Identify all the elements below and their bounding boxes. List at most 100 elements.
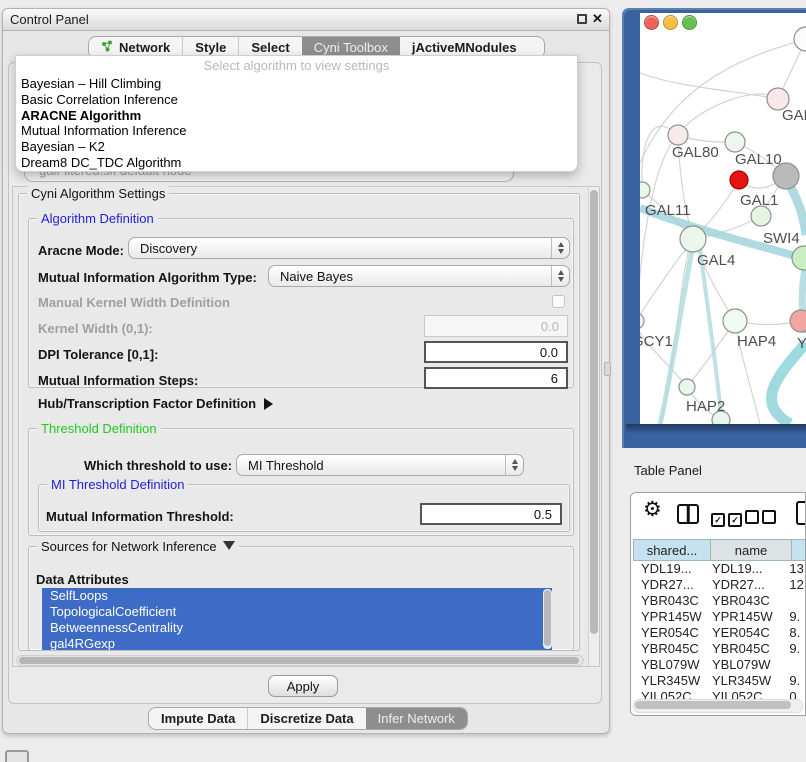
attribute-item[interactable]: TopologicalCoefficient <box>42 604 552 620</box>
table-cell: YBL079W <box>708 657 782 673</box>
network-icon <box>101 40 113 55</box>
split-pane-divider-handle[interactable] <box>604 362 611 376</box>
algorithm-option[interactable]: ARACNE Algorithm <box>16 108 577 124</box>
network-node[interactable] <box>792 246 806 270</box>
expanded-arrow-icon <box>223 541 235 550</box>
attribute-item[interactable]: gal4RGexp <box>42 636 552 650</box>
column-header-name[interactable]: name <box>711 539 792 561</box>
network-node-label: GAL1 <box>740 192 778 209</box>
mi-threshold-label: Mutual Information Threshold: <box>46 509 234 524</box>
column-layout-icon[interactable] <box>677 504 699 524</box>
network-node[interactable] <box>668 125 688 145</box>
hub-section-toggle[interactable]: Hub/Transcription Factor Definition <box>38 396 273 411</box>
table-body: YDL19...YDL19...13YDR27...YDR27...12YBR0… <box>633 561 806 705</box>
table-row[interactable]: YDR27...YDR27...12 <box>633 577 806 593</box>
algorithm-option[interactable]: Dream8 DC_TDC Algorithm <box>16 155 577 171</box>
sources-title[interactable]: Sources for Network Inference <box>37 539 239 554</box>
collapsed-arrow-icon <box>264 398 273 410</box>
network-node[interactable] <box>723 309 747 333</box>
attributes-scrollbar-thumb[interactable] <box>544 590 551 646</box>
kernel-width-label: Kernel Width (0,1): <box>38 321 153 336</box>
algorithm-option[interactable]: Bayesian – Hill Climbing <box>16 76 577 92</box>
network-node[interactable] <box>640 182 650 198</box>
table-horizontal-scrollbar-thumb[interactable] <box>635 701 791 709</box>
deselect-all-icon[interactable] <box>745 510 779 529</box>
table-cell: 13 <box>782 561 806 577</box>
algorithm-option[interactable]: Basic Correlation Inference <box>16 92 577 108</box>
algorithm-option[interactable]: Bayesian – K2 <box>16 139 577 155</box>
manual-kernel-width-checkbox[interactable] <box>552 295 565 308</box>
data-attributes-label: Data Attributes <box>36 572 129 587</box>
table-cell: YLR345W <box>633 673 708 689</box>
table-row[interactable]: YBL079WYBL079W <box>633 657 806 673</box>
network-node[interactable] <box>794 27 806 51</box>
tab-infer-network[interactable]: Infer Network <box>366 708 467 729</box>
stepper-icon <box>551 266 569 286</box>
aracne-mode-combobox[interactable]: Discovery <box>128 237 570 259</box>
network-edge <box>678 94 778 135</box>
float-window-icon[interactable] <box>577 14 587 24</box>
algorithm-dropdown-list: Bayesian – Hill ClimbingBasic Correlatio… <box>16 76 577 171</box>
table-row[interactable]: YER054CYER054C8. <box>633 625 806 641</box>
table-cell: 12 <box>782 577 806 593</box>
network-node-label: HAP4 <box>737 333 776 350</box>
data-attributes-list[interactable]: SelfLoopsTopologicalCoefficientBetweenne… <box>42 588 552 650</box>
stepper-icon <box>505 455 523 475</box>
apply-button[interactable]: Apply <box>268 675 338 697</box>
algorithm-option[interactable]: Mutual Information Inference <box>16 123 577 139</box>
table-cell: YBR043C <box>633 593 708 609</box>
table-row[interactable]: YBR043CYBR043C <box>633 593 806 609</box>
table-cell <box>782 593 806 609</box>
mi-algorithm-type-combobox[interactable]: Naive Bayes <box>268 265 570 287</box>
table-cell: YDL19... <box>633 561 708 577</box>
network-node-label: GAL4 <box>697 252 735 269</box>
dpi-tolerance-field[interactable] <box>424 341 568 363</box>
table-row[interactable]: YBR045CYBR045C9. <box>633 641 806 657</box>
network-node[interactable] <box>790 310 806 332</box>
table-cell: 9. <box>782 609 806 625</box>
network-node-label: GCY1 <box>640 333 673 350</box>
table-row[interactable]: YDL19...YDL19...13 <box>633 561 806 577</box>
table-header: shared... name <box>633 539 806 561</box>
data-mode-tabs: Impute Data Discretize Data Infer Networ… <box>148 707 468 730</box>
select-all-icon[interactable]: ✓✓ <box>711 510 745 528</box>
which-threshold-combobox[interactable]: MI Threshold <box>236 454 524 476</box>
network-node[interactable] <box>680 226 706 252</box>
table-cell: 8. <box>782 625 806 641</box>
network-node-label: GAL <box>782 107 806 124</box>
attribute-item[interactable]: BetweennessCentrality <box>42 620 552 636</box>
table-panel-title: Table Panel <box>634 463 702 478</box>
network-edge <box>640 73 778 99</box>
mi-steps-field[interactable] <box>424 367 568 389</box>
table-row[interactable]: YLR345WYLR345W9. <box>633 673 806 689</box>
column-header-shared[interactable]: shared... <box>633 539 711 561</box>
network-node[interactable] <box>725 132 745 152</box>
algorithm-dropdown-placeholder: Select algorithm to view settings <box>16 56 577 76</box>
mi-threshold-field[interactable] <box>420 503 562 525</box>
network-node[interactable] <box>679 379 695 395</box>
column-header-cut[interactable] <box>792 539 806 561</box>
tab-discretize-data[interactable]: Discretize Data <box>247 708 365 729</box>
table-cell: YPR145W <box>633 609 708 625</box>
gear-icon[interactable]: ⚙ <box>643 497 662 522</box>
tab-impute-data[interactable]: Impute Data <box>149 708 247 729</box>
network-node[interactable] <box>640 313 644 329</box>
aracne-mode-label: Aracne Mode: <box>38 243 124 258</box>
table-row[interactable]: YPR145WYPR145W9. <box>633 609 806 625</box>
mi-steps-label: Mutual Information Steps: <box>38 373 198 388</box>
vertical-scrollbar-thumb[interactable] <box>590 190 598 634</box>
horizontal-scrollbar-thumb[interactable] <box>19 657 579 664</box>
network-canvas[interactable]: GALGAL80GAL10GAL11GAL1SWI4GAL4GCY1HAP4YH… <box>640 13 806 424</box>
network-edge <box>700 249 721 413</box>
attribute-item[interactable]: SelfLoops <box>42 588 552 604</box>
network-node-label: GAL11 <box>645 202 691 219</box>
kernel-width-field[interactable] <box>424 315 568 337</box>
network-node[interactable] <box>751 206 771 226</box>
collapsed-panel-button[interactable] <box>5 750 29 762</box>
table-cell <box>782 657 806 673</box>
close-window-icon[interactable]: ✕ <box>592 11 603 27</box>
cyni-algorithm-settings-title: Cyni Algorithm Settings <box>27 186 169 201</box>
algorithm-dropdown-popup: Select algorithm to view settings Bayesi… <box>15 55 578 172</box>
network-node[interactable] <box>730 171 748 189</box>
new-column-icon[interactable] <box>796 501 806 525</box>
